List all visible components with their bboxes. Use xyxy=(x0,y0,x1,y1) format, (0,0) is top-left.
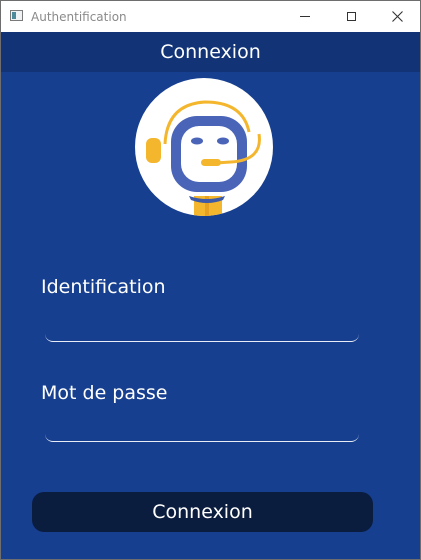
password-label: Mot de passe xyxy=(41,382,168,404)
username-label: Identification xyxy=(41,276,166,298)
minimize-icon xyxy=(300,16,310,17)
minimize-button[interactable] xyxy=(282,1,328,32)
login-button[interactable]: Connexion xyxy=(32,492,373,532)
login-window: Authentification Connexion Identificatio… xyxy=(0,0,421,560)
username-input[interactable] xyxy=(45,314,359,342)
header-bar: Connexion xyxy=(1,32,420,72)
maximize-button[interactable] xyxy=(328,1,374,32)
password-input[interactable] xyxy=(45,414,359,442)
close-icon xyxy=(391,11,403,22)
support-robot-headset-icon xyxy=(146,100,261,216)
window-title: Authentification xyxy=(31,10,127,24)
maximize-icon xyxy=(346,12,356,21)
login-panel: Connexion Identification Mot de passe Co… xyxy=(1,32,420,559)
app-icon xyxy=(10,10,23,21)
header-title: Connexion xyxy=(160,41,261,63)
avatar xyxy=(135,78,273,216)
close-button[interactable] xyxy=(374,1,420,32)
title-bar[interactable]: Authentification xyxy=(1,1,420,32)
